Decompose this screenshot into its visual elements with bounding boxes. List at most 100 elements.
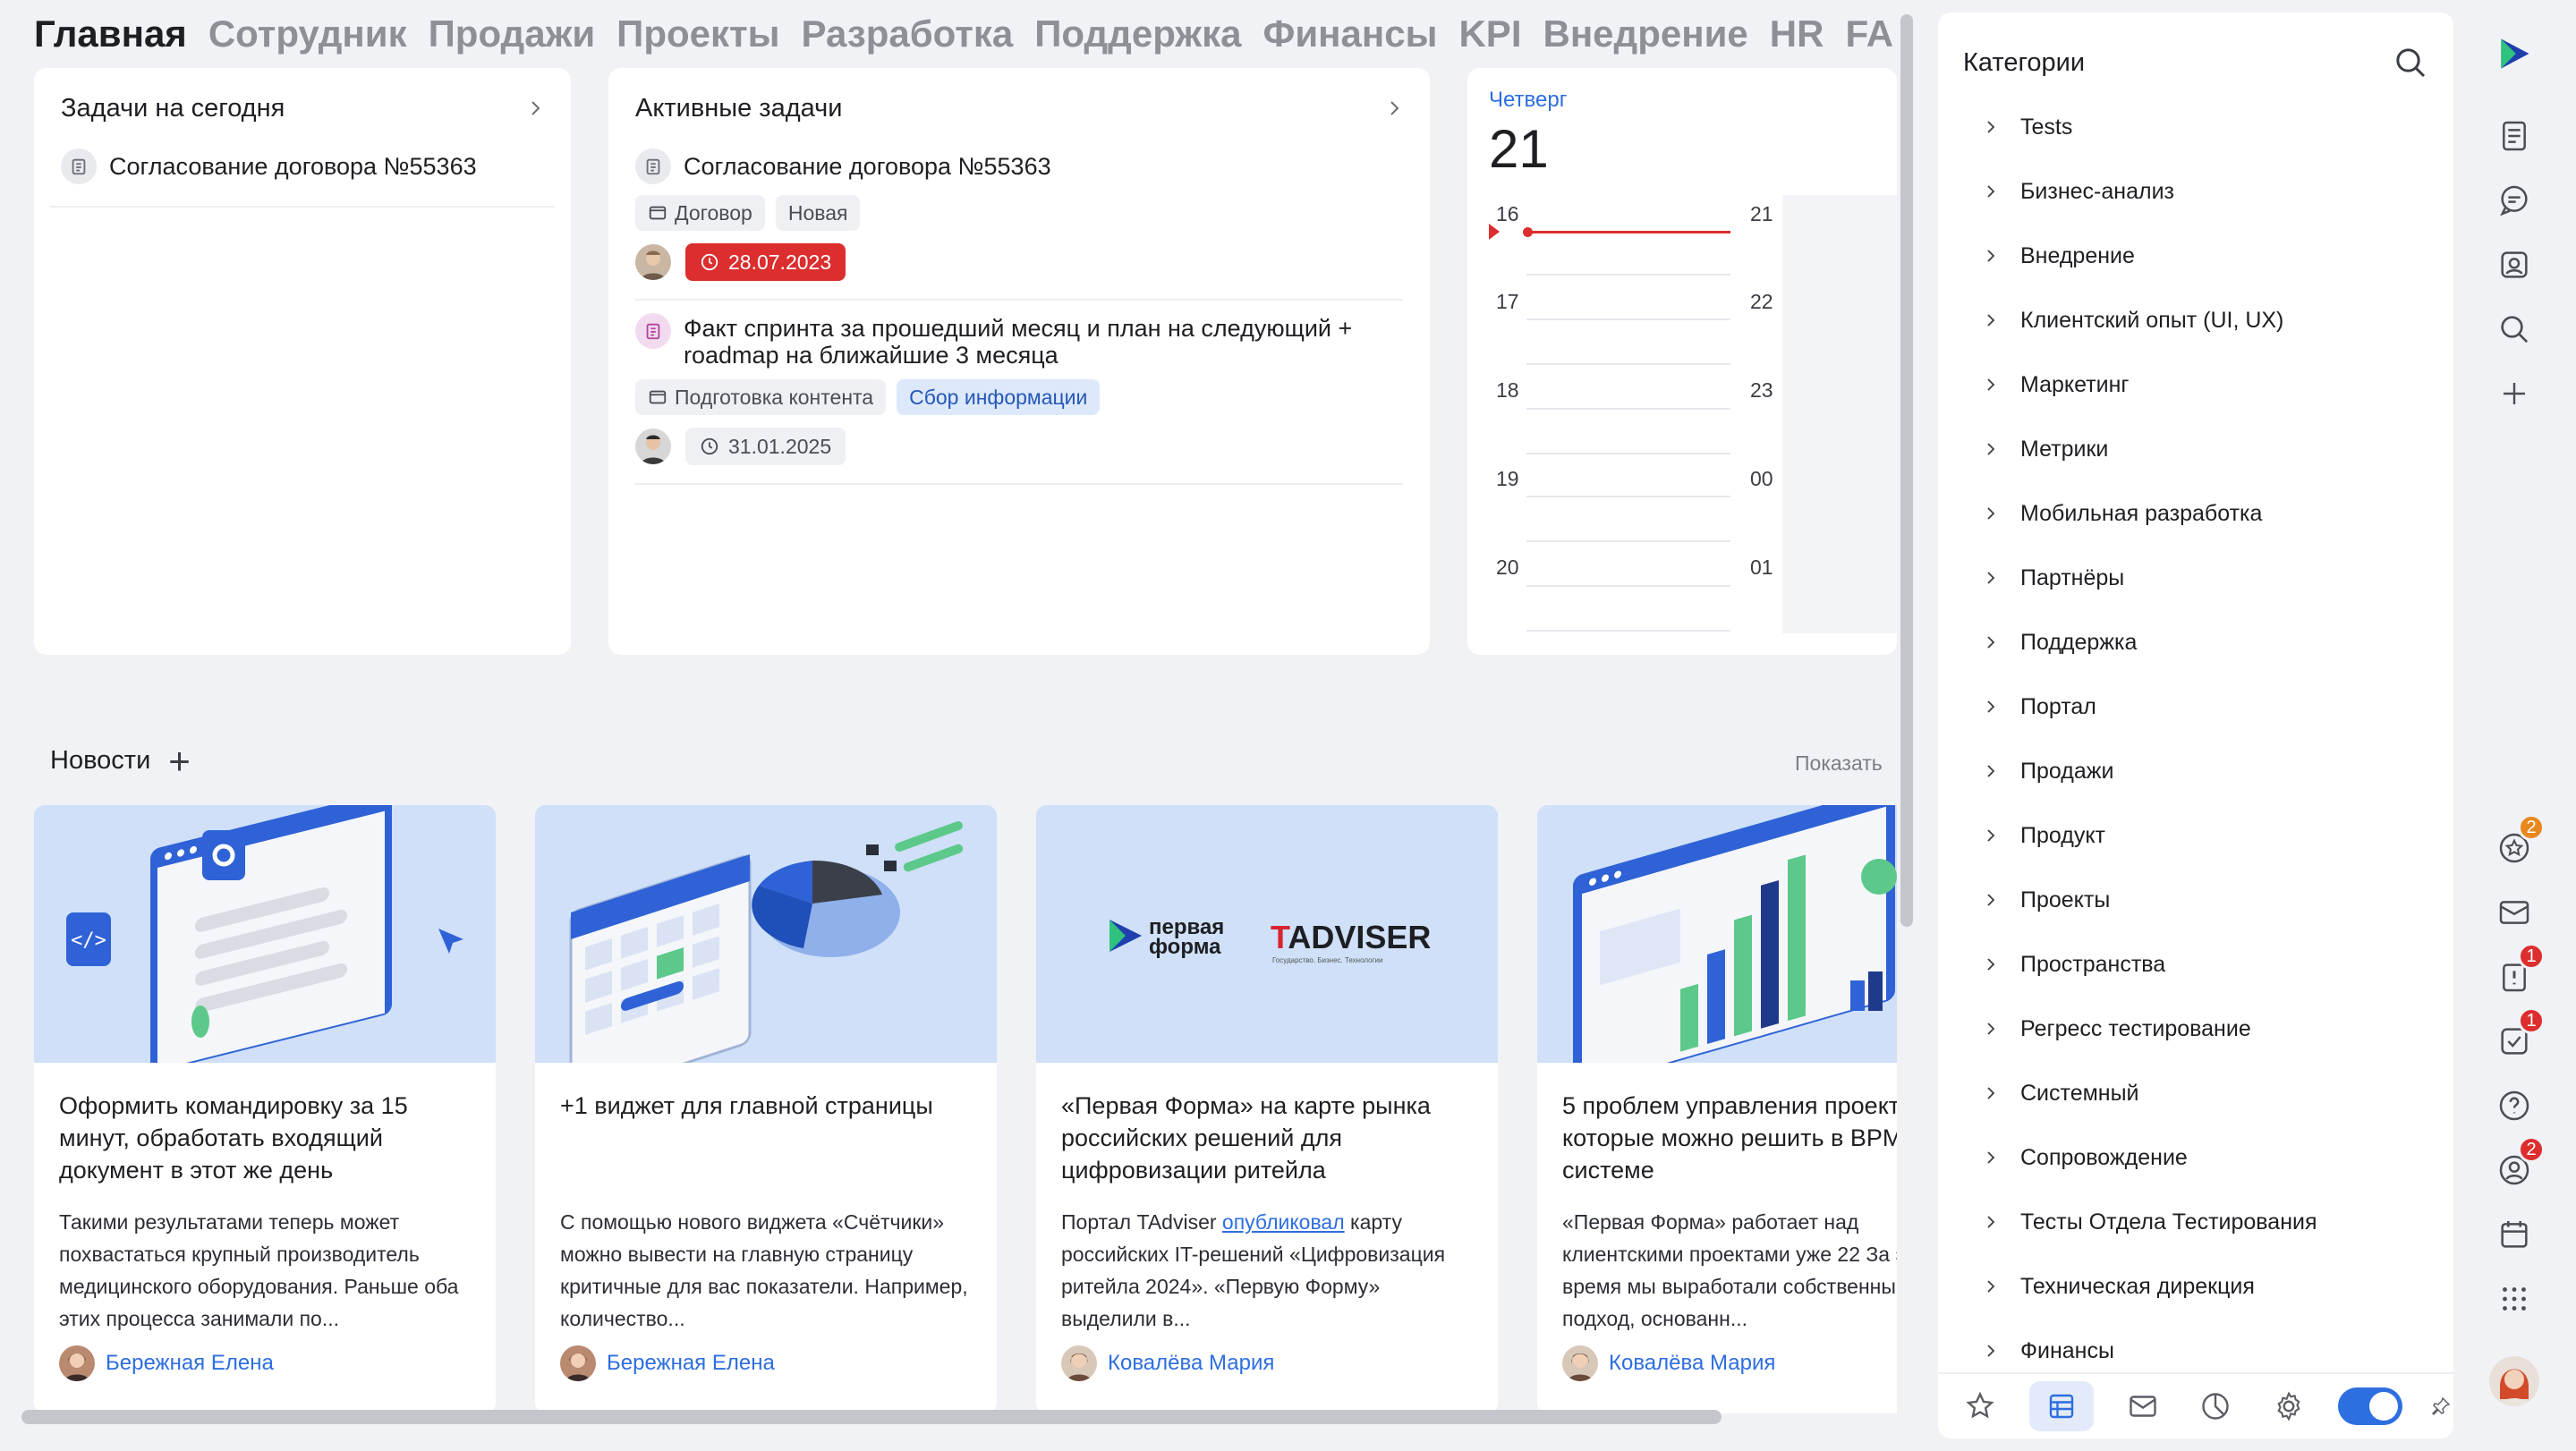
news-author[interactable]: Ковалёва Мария	[1562, 1345, 1775, 1381]
chip-label: Подготовка контента	[675, 385, 874, 409]
tasks-icon[interactable]: 1	[2495, 943, 2545, 997]
plus-icon[interactable]: +	[168, 742, 191, 779]
chat-icon[interactable]	[2495, 181, 2534, 220]
news-excerpt: Такими результатами теперь может похваст…	[59, 1210, 459, 1330]
category-item[interactable]: Маркетинг	[1938, 352, 2453, 417]
category-item[interactable]: Tests	[1938, 95, 2453, 159]
category-item[interactable]: Портал	[1938, 675, 2453, 739]
category-item[interactable]: Регресс тестирование	[1938, 997, 2453, 1061]
chevron-right-icon	[1987, 443, 1995, 455]
chevron-right-icon[interactable]	[524, 98, 546, 119]
star-icon[interactable]	[1956, 1381, 2004, 1431]
news-card[interactable]: </> Оформить командировку за 15 минут, о…	[34, 805, 496, 1413]
news-author[interactable]: Бережная Елена	[560, 1345, 775, 1381]
categories-list: Tests Бизнес-анализ Внедрение Клиентский оп…	[1938, 95, 2453, 1383]
tab-projects[interactable]: Проекты	[616, 11, 779, 57]
vertical-scrollbar[interactable]	[1900, 14, 1913, 927]
approvals-icon[interactable]: 1	[2495, 1007, 2545, 1061]
category-item[interactable]: Продажи	[1938, 739, 2453, 803]
hour-gridline	[1526, 274, 1730, 276]
chevron-right-icon	[1987, 1151, 1995, 1164]
panel-footer	[1938, 1372, 2453, 1438]
category-item[interactable]: Сопровождение	[1938, 1125, 2453, 1190]
task-type-chip[interactable]: Договор	[635, 195, 765, 231]
category-item[interactable]: Внедрение	[1938, 224, 2453, 288]
category-item[interactable]: Клиентский опыт (UI, UX)	[1938, 288, 2453, 352]
category-item[interactable]: Метрики	[1938, 417, 2453, 481]
hour-label: 16	[1496, 202, 1519, 225]
apps-grid-icon[interactable]	[2495, 1279, 2534, 1319]
tab-finance[interactable]: Финансы	[1262, 11, 1437, 57]
category-item[interactable]: Продукт	[1938, 803, 2453, 868]
pin-icon[interactable]	[2427, 1381, 2453, 1431]
news-card[interactable]: первая форма TADVISER Государство. Бизне…	[1036, 805, 1498, 1413]
user-avatar[interactable]	[2489, 1356, 2539, 1406]
favorites-icon[interactable]: 2	[2495, 814, 2545, 868]
tab-kpi[interactable]: KPI	[1458, 11, 1521, 57]
news-card[interactable]: 5 проблем управления проектами, которые …	[1537, 805, 1897, 1413]
task-item[interactable]: Согласование договора №55363	[34, 148, 571, 184]
news-excerpt: «Первая Форма» работает над клиентскими …	[1562, 1210, 1897, 1330]
calendar-widget[interactable]: Четверг 21 16 17 18 19 20 21 22 23 00 01	[1467, 68, 1897, 655]
tab-employee[interactable]: Сотрудник	[208, 11, 407, 57]
document-icon[interactable]	[2495, 116, 2534, 156]
task-card[interactable]: Согласование договора №55363 Договор Нов…	[608, 148, 1430, 301]
calendar-icon[interactable]	[2495, 1215, 2534, 1254]
news-author[interactable]: Бережная Елена	[59, 1345, 274, 1381]
search-icon[interactable]	[2393, 45, 2428, 81]
horizontal-scrollbar[interactable]	[21, 1410, 1722, 1424]
notification-badge: 2	[2518, 814, 2545, 841]
people-icon[interactable]: 2	[2495, 1136, 2545, 1190]
category-item[interactable]: Бизнес-анализ	[1938, 159, 2453, 224]
tab-support[interactable]: Поддержка	[1034, 11, 1241, 57]
chevron-right-icon	[1987, 121, 1995, 133]
category-item[interactable]: Системный	[1938, 1061, 2453, 1125]
task-title: Факт спринта за прошедший месяц и план н…	[684, 315, 1353, 369]
inbox-icon[interactable]	[2495, 893, 2534, 932]
task-status-chip[interactable]: Новая	[775, 195, 861, 231]
tab-development[interactable]: Разработка	[802, 11, 1014, 57]
tab-sales[interactable]: Продажи	[429, 11, 596, 57]
hour-gridline	[1526, 453, 1730, 454]
chevron-right-icon	[1987, 1280, 1995, 1293]
gear-icon[interactable]	[2265, 1381, 2313, 1431]
help-icon[interactable]	[2495, 1086, 2534, 1125]
category-item[interactable]: Поддержка	[1938, 610, 2453, 675]
tab-main[interactable]: Главная	[34, 11, 187, 57]
news-card[interactable]: +1 виджет для главной страницы С помощью…	[535, 805, 997, 1413]
category-label: Портал	[2020, 693, 2096, 719]
tab-hr[interactable]: HR	[1770, 11, 1824, 57]
hour-label: 18	[1496, 378, 1519, 402]
document-icon	[635, 313, 671, 349]
contacts-icon[interactable]	[2495, 245, 2534, 284]
category-item[interactable]: Мобильная разработка	[1938, 481, 2453, 546]
panel-toggle[interactable]	[2337, 1387, 2403, 1425]
divider	[635, 299, 1403, 301]
category-item[interactable]: Тесты Отдела Тестирования	[1938, 1190, 2453, 1254]
published-link[interactable]: опубликовал	[1222, 1210, 1345, 1234]
task-status-chip[interactable]: Сбор информации	[897, 379, 1101, 415]
category-item[interactable]: Пространства	[1938, 932, 2453, 997]
chart-pie-icon[interactable]	[2192, 1381, 2240, 1431]
tab-implementation[interactable]: Внедрение	[1543, 11, 1747, 57]
task-card[interactable]: Факт спринта за прошедший месяц и план н…	[608, 313, 1430, 485]
chevron-right-icon[interactable]	[1383, 98, 1405, 119]
categories-icon[interactable]	[2028, 1381, 2095, 1431]
mail-icon[interactable]	[2119, 1381, 2167, 1431]
tab-faq[interactable]: FAQ	[1845, 11, 1895, 57]
app-logo-icon[interactable]	[2495, 34, 2534, 73]
news-author[interactable]: Ковалёва Мария	[1061, 1345, 1274, 1381]
today-tasks-widget: Задачи на сегодня Согласование договора …	[34, 68, 571, 655]
category-item[interactable]: Техническая дирекция	[1938, 1254, 2453, 1319]
plus-icon[interactable]	[2495, 374, 2534, 413]
excerpt-text: Портал TAdviser	[1061, 1210, 1222, 1234]
search-icon[interactable]	[2495, 310, 2534, 349]
category-label: Мобильная разработка	[2020, 500, 2263, 526]
category-item[interactable]: Проекты	[1938, 868, 2453, 932]
news-illustration	[1537, 805, 1897, 1063]
show-all-link[interactable]: Показать	[1795, 751, 1883, 776]
task-type-chip[interactable]: Подготовка контента	[635, 379, 887, 415]
chevron-right-icon	[1987, 1216, 1995, 1228]
category-item[interactable]: Партнёры	[1938, 546, 2453, 610]
avatar	[59, 1345, 95, 1381]
